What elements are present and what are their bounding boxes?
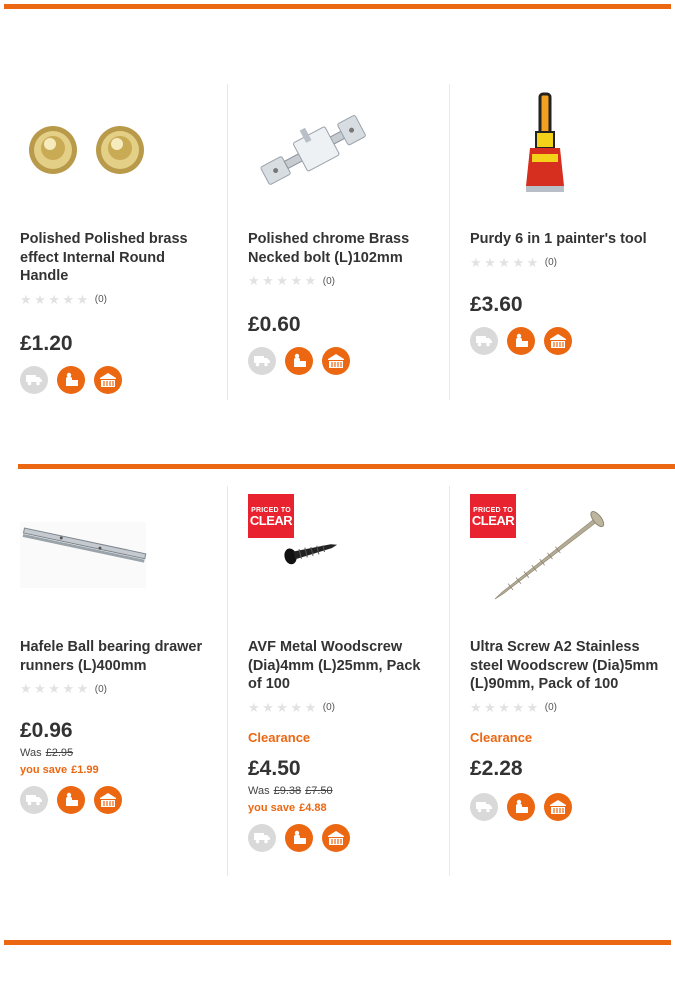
product-card[interactable]: PRICED TO CLEAR AVF Metal Woodscrew (Dia… (227, 486, 449, 876)
fulfilment-icons (248, 347, 449, 375)
rating: ★★★★★ (0) (470, 700, 671, 716)
product-row-2: Hafele Ball bearing drawer runners (L)40… (0, 486, 675, 876)
star-rating-icon: ★★★★★ (470, 699, 541, 715)
review-count: (0) (94, 294, 108, 305)
review-count: (0) (544, 257, 558, 268)
fulfilment-icons (470, 326, 671, 355)
delivery-icon (20, 365, 48, 394)
product-title[interactable]: Polished Polished brass effect Internal … (20, 230, 210, 286)
row-divider (18, 464, 675, 469)
was-price: Was £2.95 (20, 747, 74, 759)
store-icon (94, 365, 122, 394)
star-rating-icon: ★★★★★ (248, 699, 319, 715)
was-price: Was £9.38 £7.50 (248, 784, 333, 797)
delivery-icon (248, 823, 276, 852)
top-divider (4, 4, 671, 9)
click-collect-icon (507, 792, 535, 821)
you-save: you save £1.99 (20, 764, 99, 776)
click-collect-icon (507, 326, 535, 355)
rating: ★★★★★ (0) (20, 292, 227, 308)
product-image-long-screw[interactable]: PRICED TO CLEAR (470, 486, 660, 628)
rating: ★★★★★ (0) (20, 681, 227, 697)
product-image-black-screw[interactable]: PRICED TO CLEAR (248, 486, 438, 628)
price: £4.50 (248, 756, 301, 780)
review-count: (0) (94, 683, 108, 695)
clearance-label: Clearance (470, 729, 533, 745)
store-icon (322, 347, 350, 375)
price: £1.20 (20, 331, 73, 355)
product-image-drawer-runner[interactable] (20, 486, 210, 628)
price: £0.60 (248, 313, 301, 336)
review-count: (0) (544, 702, 558, 713)
fulfilment-icons (20, 786, 227, 814)
delivery-icon (470, 792, 498, 821)
delivery-icon (20, 786, 48, 814)
delivery-icon (470, 326, 498, 355)
price: £0.96 (20, 719, 73, 742)
product-title[interactable]: AVF Metal Woodscrew (Dia)4mm (L)25mm, Pa… (248, 638, 438, 694)
product-card[interactable]: PRICED TO CLEAR Ultra Screw A2 Stainless… (449, 486, 671, 876)
product-title[interactable]: Polished chrome Brass Necked bolt (L)102… (248, 230, 438, 267)
review-count: (0) (322, 275, 336, 287)
product-card[interactable]: Purdy 6 in 1 painter's tool ★★★★★ (0) £3… (449, 84, 671, 400)
star-rating-icon: ★★★★★ (470, 254, 541, 270)
bottom-divider (4, 940, 671, 945)
product-row-1: Polished Polished brass effect Internal … (0, 84, 675, 400)
click-collect-icon (285, 347, 313, 375)
delivery-icon (248, 347, 276, 375)
click-collect-icon (57, 786, 85, 814)
click-collect-icon (57, 365, 85, 394)
product-card[interactable]: Hafele Ball bearing drawer runners (L)40… (0, 486, 227, 876)
store-icon (544, 326, 572, 355)
product-card[interactable]: Polished chrome Brass Necked bolt (L)102… (227, 84, 449, 400)
store-icon (544, 792, 572, 821)
store-icon (94, 786, 122, 814)
star-rating-icon: ★★★★★ (20, 291, 91, 307)
product-title[interactable]: Hafele Ball bearing drawer runners (L)40… (20, 638, 210, 675)
you-save: you save £4.88 (248, 801, 327, 814)
product-image-painters-tool[interactable] (470, 84, 660, 212)
rating: ★★★★★ (0) (248, 273, 449, 289)
store-icon (322, 823, 350, 852)
star-rating-icon: ★★★★★ (20, 681, 91, 696)
star-rating-icon: ★★★★★ (248, 273, 319, 288)
price: £2.28 (470, 756, 523, 780)
fulfilment-icons (248, 823, 449, 852)
fulfilment-icons (470, 792, 671, 821)
clearance-label: Clearance (248, 729, 311, 745)
product-title[interactable]: Ultra Screw A2 Stainless steel Woodscrew… (470, 638, 660, 694)
click-collect-icon (285, 823, 313, 852)
product-image-brass-knobs[interactable] (20, 84, 210, 212)
fulfilment-icons (20, 365, 227, 394)
product-title[interactable]: Purdy 6 in 1 painter's tool (470, 230, 660, 249)
review-count: (0) (322, 702, 336, 713)
price: £3.60 (470, 292, 523, 316)
rating: ★★★★★ (0) (248, 700, 449, 716)
rating: ★★★★★ (0) (470, 255, 671, 271)
product-card[interactable]: Polished Polished brass effect Internal … (0, 84, 227, 400)
product-image-chrome-bolt[interactable] (248, 84, 438, 212)
